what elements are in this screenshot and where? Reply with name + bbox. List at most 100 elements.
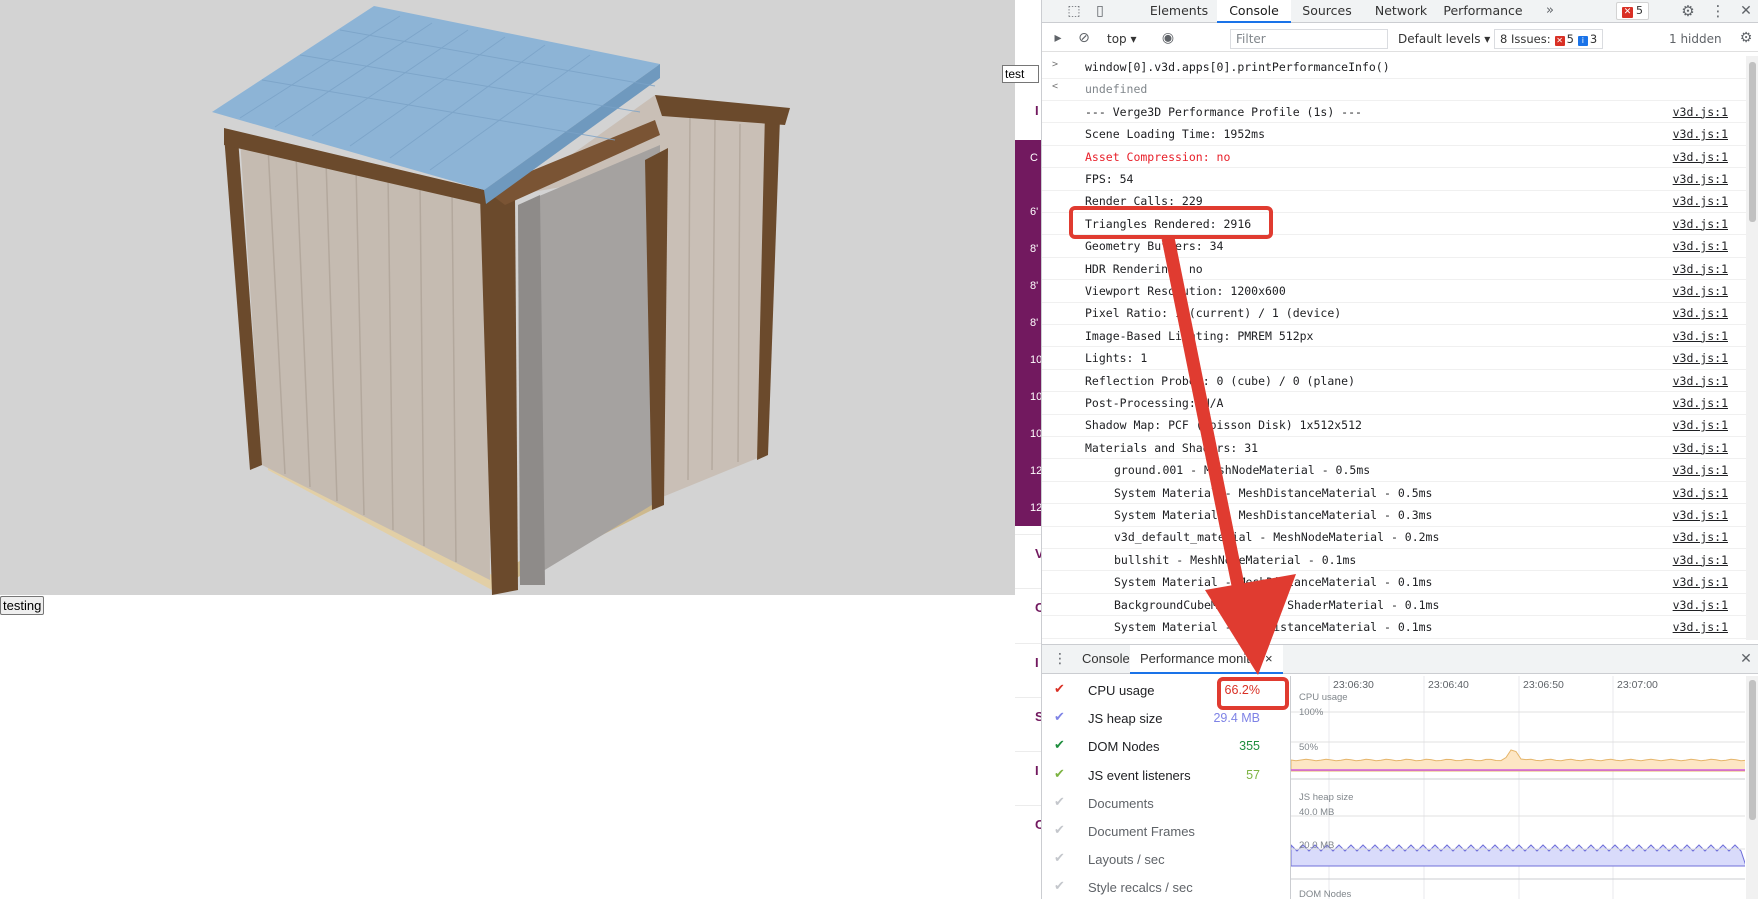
source-link[interactable]: v3d.js:1 xyxy=(1673,530,1728,544)
source-link[interactable]: v3d.js:1 xyxy=(1673,575,1728,589)
console-message-text: Asset Compression: no xyxy=(1085,149,1231,164)
source-link[interactable]: v3d.js:1 xyxy=(1673,463,1728,477)
source-link[interactable]: v3d.js:1 xyxy=(1673,486,1728,500)
metric-row[interactable]: ✔ CPU usage 66.2% xyxy=(1042,676,1290,704)
cpu-tick-label: 100% xyxy=(1299,707,1324,718)
metric-row[interactable]: ✔ Documents xyxy=(1042,789,1290,817)
close-drawer-icon[interactable]: ✕ xyxy=(1736,650,1756,668)
metric-row[interactable]: ✔ Style recalcs / sec xyxy=(1042,873,1290,899)
drawer-menu-icon[interactable]: ⋮ xyxy=(1050,650,1070,668)
more-options-icon[interactable]: ⋮ xyxy=(1708,2,1728,20)
console-settings-gear-icon[interactable]: ⚙ xyxy=(1736,29,1756,47)
tab-console[interactable]: Console xyxy=(1217,0,1291,23)
checkmark-icon[interactable]: ✔ xyxy=(1054,879,1068,893)
source-link[interactable]: v3d.js:1 xyxy=(1673,418,1728,432)
console-message: ground.001 - MeshNodeMaterial - 0.5ms v3d… xyxy=(1042,459,1748,482)
source-link[interactable]: v3d.js:1 xyxy=(1673,194,1728,208)
console-message-text: ground.001 - MeshNodeMaterial - 0.5ms xyxy=(1114,463,1371,478)
live-expression-eye-icon[interactable]: ◉ xyxy=(1158,29,1178,47)
console-message: Image-Based Lighting: PMREM 512px v3d.js:… xyxy=(1042,325,1748,348)
time-label: 23:06:50 xyxy=(1523,679,1564,691)
option-row-label[interactable]: 8' xyxy=(1030,280,1038,292)
option-row-label[interactable]: 10 xyxy=(1030,354,1041,366)
option-row-label[interactable]: C xyxy=(1030,152,1038,164)
metric-row[interactable]: ✔ JS heap size 29.4 MB xyxy=(1042,704,1290,732)
metric-row[interactable]: ✔ JS event listeners 57 xyxy=(1042,761,1290,789)
source-link[interactable]: v3d.js:1 xyxy=(1673,150,1728,164)
source-link[interactable]: v3d.js:1 xyxy=(1673,329,1728,343)
tab-elements[interactable]: Elements xyxy=(1144,0,1214,23)
metric-value: 29.4 MB xyxy=(1213,711,1260,726)
more-tabs-icon[interactable]: » xyxy=(1540,2,1560,20)
source-link[interactable]: v3d.js:1 xyxy=(1673,217,1728,231)
clear-console-icon[interactable]: ⊘ xyxy=(1074,29,1094,47)
option-row-label[interactable]: 10 xyxy=(1030,428,1041,440)
metric-row[interactable]: ✔ Document Frames xyxy=(1042,817,1290,845)
console-message-text: Viewport Resolution: 1200x600 xyxy=(1085,284,1286,298)
option-row-label[interactable]: 8' xyxy=(1030,243,1038,255)
divider xyxy=(1015,805,1041,806)
close-devtools-icon[interactable]: ✕ xyxy=(1736,2,1756,20)
console-scrollbar[interactable] xyxy=(1746,56,1758,640)
source-link[interactable]: v3d.js:1 xyxy=(1673,351,1728,365)
console-message: Scene Loading Time: 1952ms v3d.js:1 xyxy=(1042,123,1748,146)
test-input-field[interactable]: test xyxy=(1002,65,1039,83)
source-link[interactable]: v3d.js:1 xyxy=(1673,508,1728,522)
source-link[interactable]: v3d.js:1 xyxy=(1673,306,1728,320)
console-message: HDR Rendering: no v3d.js:1 xyxy=(1042,258,1748,281)
source-link[interactable]: v3d.js:1 xyxy=(1673,262,1728,276)
log-levels-dropdown[interactable]: Default levels ▾ xyxy=(1398,30,1490,48)
option-row-label[interactable]: 6' xyxy=(1030,206,1038,218)
option-row-label[interactable]: 12 xyxy=(1030,465,1041,477)
drawer-tab-console[interactable]: Console xyxy=(1082,645,1130,674)
source-link[interactable]: v3d.js:1 xyxy=(1673,396,1728,410)
console-message: > window[0].v3d.apps[0].printPerformanceI… xyxy=(1042,56,1748,79)
drawer-tab-performance-monitor[interactable]: Performance monitor × xyxy=(1130,645,1283,674)
metric-row[interactable]: ✔ Layouts / sec xyxy=(1042,845,1290,873)
scrollbar-thumb[interactable] xyxy=(1749,62,1756,222)
source-link[interactable]: v3d.js:1 xyxy=(1673,239,1728,253)
js-heap-area xyxy=(1291,844,1745,867)
sidebar-toggle-icon[interactable]: ▸ xyxy=(1048,29,1068,47)
checkmark-icon[interactable]: ✔ xyxy=(1054,766,1068,781)
checkmark-icon[interactable]: ✔ xyxy=(1054,851,1068,865)
context-selector[interactable]: top ▾ xyxy=(1107,30,1137,48)
error-count-badge[interactable]: ✕ 5 xyxy=(1616,2,1649,20)
console-message: Pixel Ratio: 1 (current) / 1 (device) v3d… xyxy=(1042,302,1748,325)
tab-network[interactable]: Network xyxy=(1365,0,1437,23)
device-toolbar-icon[interactable]: ▯ xyxy=(1090,2,1110,20)
metric-row[interactable]: ✔ DOM Nodes 355 xyxy=(1042,732,1290,760)
3d-viewport-canvas[interactable] xyxy=(0,0,1015,595)
source-link[interactable]: v3d.js:1 xyxy=(1673,620,1728,634)
checkmark-icon[interactable]: ✔ xyxy=(1054,794,1068,809)
option-row-label[interactable]: 12 xyxy=(1030,502,1041,514)
log-levels-label: Default levels xyxy=(1398,32,1481,46)
console-message-text: HDR Rendering: no xyxy=(1085,261,1203,276)
option-row-label[interactable]: 8' xyxy=(1030,317,1038,329)
checkmark-icon[interactable]: ✔ xyxy=(1054,682,1068,696)
scrollbar-thumb[interactable] xyxy=(1749,680,1756,820)
tab-sources[interactable]: Sources xyxy=(1292,0,1362,23)
checkmark-icon[interactable]: ✔ xyxy=(1054,823,1068,837)
source-link[interactable]: v3d.js:1 xyxy=(1673,284,1728,298)
option-row-label[interactable]: 10 xyxy=(1030,391,1041,403)
perf-scrollbar[interactable] xyxy=(1746,676,1758,899)
console-filter-input[interactable]: Filter xyxy=(1230,29,1388,49)
checkmark-icon[interactable]: ✔ xyxy=(1054,710,1068,724)
source-link[interactable]: v3d.js:1 xyxy=(1673,374,1728,388)
metric-value: 66.2% xyxy=(1224,683,1260,697)
close-tab-icon[interactable]: × xyxy=(1265,651,1273,666)
console-message: bullshit - MeshNodeMaterial - 0.1ms v3d.j… xyxy=(1042,549,1748,572)
settings-gear-icon[interactable]: ⚙ xyxy=(1678,2,1698,20)
source-link[interactable]: v3d.js:1 xyxy=(1673,553,1728,567)
source-link[interactable]: v3d.js:1 xyxy=(1673,441,1728,455)
source-link[interactable]: v3d.js:1 xyxy=(1673,598,1728,612)
tab-performance[interactable]: Performance xyxy=(1441,0,1525,23)
source-link[interactable]: v3d.js:1 xyxy=(1673,172,1728,186)
source-link[interactable]: v3d.js:1 xyxy=(1673,105,1728,119)
checkmark-icon[interactable]: ✔ xyxy=(1054,738,1068,752)
source-link[interactable]: v3d.js:1 xyxy=(1673,127,1728,141)
issues-counter[interactable]: 8 Issues: ✕ 5 i 3 xyxy=(1494,29,1604,49)
inspect-element-icon[interactable]: ⬚ xyxy=(1064,2,1084,20)
testing-button[interactable]: testing xyxy=(0,596,45,615)
